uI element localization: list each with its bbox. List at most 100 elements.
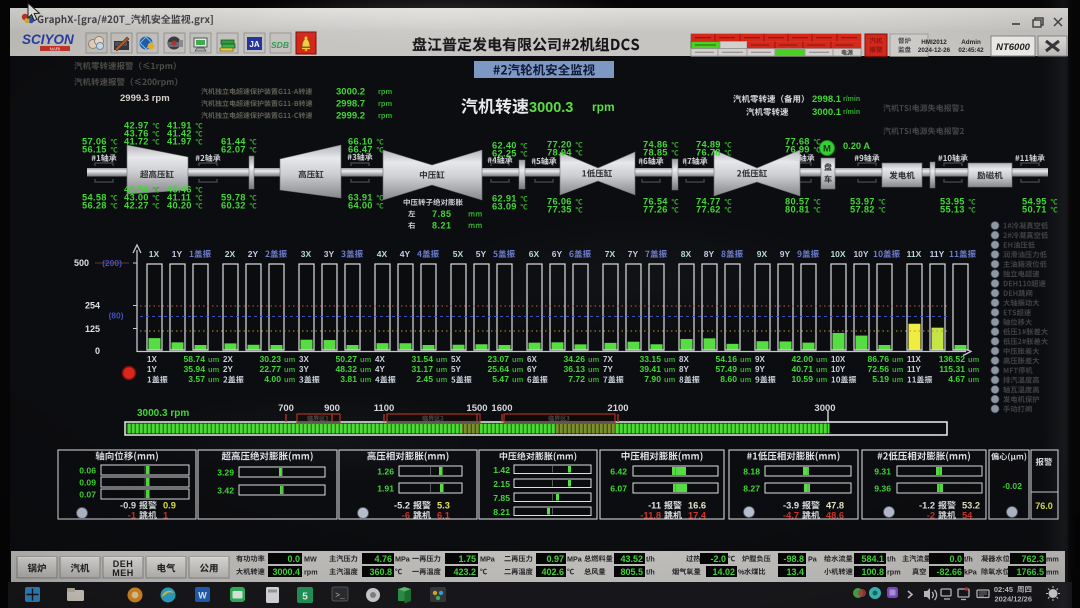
svg-text:76.0: 76.0: [1035, 501, 1053, 511]
svg-text:0.20 A: 0.20 A: [843, 141, 870, 151]
svg-text:6.07: 6.07: [610, 484, 627, 494]
svg-text:31.17: 31.17: [411, 364, 433, 374]
svg-text:um: um: [208, 355, 220, 364]
svg-text:3.42: 3.42: [217, 486, 234, 496]
svg-text:t/h: t/h: [646, 555, 655, 564]
svg-text:62.25: 62.25: [492, 149, 517, 159]
svg-text:60.32: 60.32: [221, 201, 246, 211]
svg-text:62.07: 62.07: [221, 145, 246, 155]
svg-text:MPa: MPa: [395, 555, 411, 564]
svg-text:31.54: 31.54: [411, 354, 433, 364]
svg-text:8.27: 8.27: [743, 484, 760, 494]
svg-text:NT6000: NT6000: [996, 42, 1031, 53]
svg-text:5Y: 5Y: [476, 249, 487, 259]
svg-text:1Y: 1Y: [172, 249, 183, 259]
svg-text:54.16: 54.16: [715, 354, 737, 364]
svg-text:36.13: 36.13: [563, 364, 585, 374]
svg-text:4.67: 4.67: [948, 374, 965, 384]
svg-text:(80): (80): [108, 311, 123, 321]
svg-text:M: M: [823, 144, 831, 155]
svg-text:-4.7: -4.7: [783, 511, 799, 521]
svg-text:8Y: 8Y: [704, 249, 715, 259]
svg-text:762.3: 762.3: [1021, 554, 1044, 564]
svg-text:1X: 1X: [149, 249, 160, 259]
svg-text:500: 500: [74, 258, 89, 268]
svg-text:41.97: 41.97: [167, 137, 192, 147]
svg-text:02:45:42: 02:45:42: [958, 47, 984, 54]
svg-text:-1.2: -1.2: [919, 501, 935, 511]
svg-text:6X: 6X: [529, 249, 540, 259]
svg-text:um: um: [512, 365, 524, 374]
svg-text:um: um: [284, 355, 296, 364]
svg-text:64.00: 64.00: [348, 201, 373, 211]
svg-text:11X: 11X: [907, 355, 921, 364]
svg-text:86.76: 86.76: [867, 354, 889, 364]
svg-text:4Y: 4Y: [375, 365, 385, 374]
svg-text:7Y: 7Y: [603, 365, 613, 374]
svg-text:57.49: 57.49: [715, 364, 737, 374]
svg-text:63.09: 63.09: [492, 202, 517, 212]
svg-text:3X: 3X: [301, 249, 312, 259]
svg-text:10Y: 10Y: [831, 365, 846, 374]
svg-text:MW: MW: [304, 555, 317, 564]
svg-text:17.4: 17.4: [688, 511, 707, 521]
svg-text:-0.02: -0.02: [1002, 481, 1022, 491]
svg-text:48.6: 48.6: [826, 511, 844, 521]
svg-text:t/h: t/h: [964, 555, 973, 564]
svg-text:um: um: [436, 375, 448, 384]
svg-text:42.27: 42.27: [124, 201, 149, 211]
svg-text:um: um: [436, 365, 448, 374]
svg-text:um: um: [360, 355, 372, 364]
svg-text:um: um: [740, 355, 752, 364]
svg-text:14.02: 14.02: [712, 567, 735, 577]
svg-text:11Y: 11Y: [907, 365, 921, 374]
svg-text:1500: 1500: [466, 403, 487, 414]
svg-text:66.47: 66.47: [348, 145, 373, 155]
svg-text:115.31: 115.31: [939, 364, 965, 374]
svg-text:kPa: kPa: [964, 568, 978, 577]
svg-text:r/min: r/min: [843, 96, 860, 103]
svg-text:rpm: rpm: [592, 100, 615, 114]
svg-text:-2.0: -2.0: [710, 554, 726, 564]
svg-text:um: um: [664, 355, 676, 364]
svg-text:4X: 4X: [377, 249, 388, 259]
svg-text:-2: -2: [927, 511, 935, 521]
svg-text:SCIYON: SCIYON: [22, 32, 74, 47]
svg-text:um: um: [208, 365, 220, 374]
svg-text:80.81: 80.81: [785, 205, 810, 215]
svg-text:9.31: 9.31: [874, 467, 891, 477]
svg-text:22.77: 22.77: [259, 364, 281, 374]
svg-text:rpm: rpm: [304, 568, 318, 577]
svg-text:2999.3 rpm: 2999.3 rpm: [120, 93, 170, 104]
svg-text:2024-12-26: 2024-12-26: [918, 47, 951, 54]
svg-text:7.72: 7.72: [568, 374, 585, 384]
svg-text:5.47: 5.47: [492, 374, 509, 384]
svg-text:MPa: MPa: [567, 555, 583, 564]
svg-text:2.15: 2.15: [493, 479, 510, 489]
svg-text:77.35: 77.35: [547, 205, 572, 215]
svg-text:7.90: 7.90: [644, 374, 661, 384]
svg-text:um: um: [816, 375, 828, 384]
svg-text:72.56: 72.56: [867, 364, 889, 374]
svg-text:um: um: [740, 375, 752, 384]
svg-text:um: um: [588, 355, 600, 364]
svg-text:3.81: 3.81: [340, 374, 357, 384]
svg-text:0.0: 0.0: [287, 554, 300, 564]
svg-text:rpm: rpm: [378, 111, 393, 120]
svg-text:11X: 11X: [907, 249, 922, 259]
svg-text:um: um: [816, 355, 828, 364]
svg-text:9Y: 9Y: [755, 365, 765, 374]
svg-text:1.91: 1.91: [377, 484, 394, 494]
svg-text:57.82: 57.82: [850, 205, 875, 215]
svg-text:3X: 3X: [299, 355, 309, 364]
svg-text:6X: 6X: [527, 355, 537, 364]
svg-text:7X: 7X: [603, 355, 613, 364]
svg-text:-11.8: -11.8: [640, 511, 661, 521]
svg-text:10Y: 10Y: [853, 249, 868, 259]
svg-text:805.5: 805.5: [620, 567, 643, 577]
svg-text:360.8: 360.8: [369, 567, 392, 577]
svg-text:rpm: rpm: [378, 99, 393, 108]
svg-text:10.59: 10.59: [791, 374, 813, 384]
svg-text:34.26: 34.26: [563, 354, 585, 364]
svg-text:um: um: [892, 365, 904, 374]
